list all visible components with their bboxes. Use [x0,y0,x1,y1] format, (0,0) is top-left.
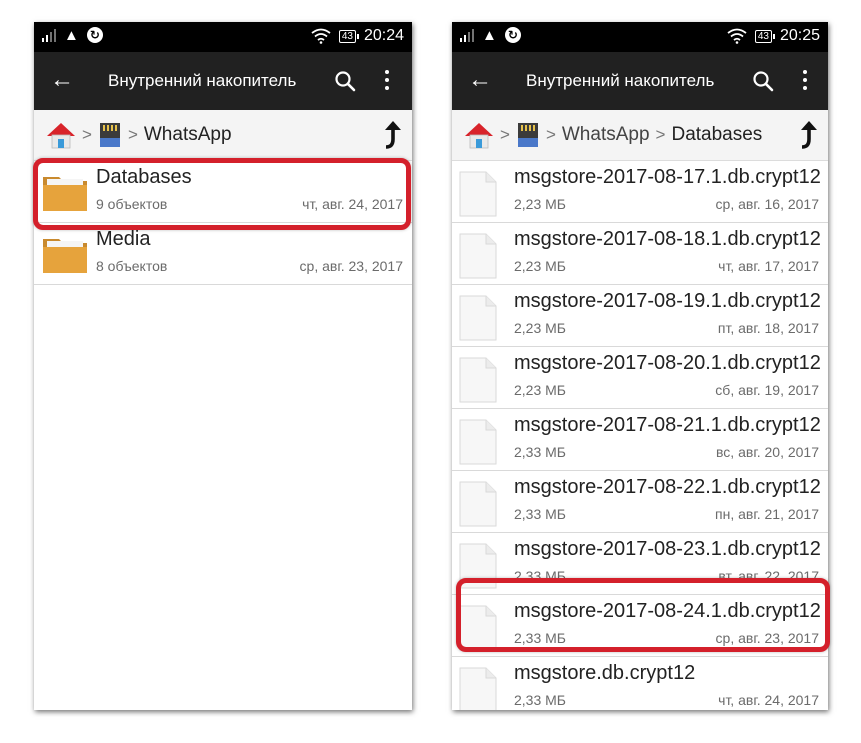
file-row[interactable]: msgstore-2017-08-17.1.db.crypt12 2,23 МБ с… [452,161,828,223]
file-name: msgstore-2017-08-19.1.db.crypt12 [514,290,821,312]
file-date: вс, авг. 20, 2017 [716,444,819,460]
file-date: чт, авг. 17, 2017 [718,258,819,274]
up-arrow-icon[interactable] [796,120,818,150]
file-row[interactable]: msgstore-2017-08-21.1.db.crypt12 2,33 МБ в… [452,409,828,471]
file-name: msgstore.db.crypt12 [514,662,696,684]
status-time: 20:25 [779,27,820,44]
item-name: Databases [96,166,192,188]
path-bar: > > WhatsApp > Databases [452,110,828,161]
file-icon [459,543,497,589]
sd-card-icon[interactable] [516,121,540,149]
warning-icon: ▲ [64,26,79,44]
file-name: msgstore-2017-08-23.1.db.crypt12 [514,538,821,560]
sd-card-icon[interactable] [98,121,122,149]
file-size: 2,23 МБ [514,258,566,274]
breadcrumb-databases[interactable]: Databases [671,124,762,146]
folder-row-media[interactable]: Media 8 объектов ср, авг. 23, 2017 [34,223,412,285]
file-row[interactable]: msgstore-2017-08-24.1.db.crypt12 2,33 МБ с… [452,595,828,657]
path-bar: > > WhatsApp [34,110,412,161]
file-date: ср, авг. 23, 2017 [715,630,819,646]
path-separator: > [500,125,510,144]
phone-screen-left: ▲ ↻ 43 20:24 ← Внутренний накопитель > >… [34,22,412,710]
file-date: ср, авг. 16, 2017 [715,196,819,212]
item-count: 8 объектов [96,258,168,274]
toolbar: ← Внутренний накопитель [452,52,828,110]
file-list: Databases 9 объектов чт, авг. 24, 2017 M… [34,161,412,285]
status-time: 20:24 [363,27,404,44]
wifi-icon [311,28,331,44]
file-icon [459,481,497,527]
file-row[interactable]: msgstore-2017-08-20.1.db.crypt12 2,23 МБ с… [452,347,828,409]
file-size: 2,23 МБ [514,320,566,336]
wifi-icon [727,28,747,44]
breadcrumb-whatsapp[interactable]: WhatsApp [144,124,232,146]
file-size: 2,33 МБ [514,444,566,460]
file-name: msgstore-2017-08-22.1.db.crypt12 [514,476,821,498]
file-list: msgstore-2017-08-17.1.db.crypt12 2,23 МБ с… [452,161,828,710]
toolbar: ← Внутренний накопитель [34,52,412,110]
battery-icon: 43 [754,29,776,43]
file-icon [459,667,497,710]
file-icon [459,357,497,403]
path-separator: > [655,125,666,144]
file-icon [459,233,497,279]
file-size: 2,33 МБ [514,568,566,584]
signal-icon [42,28,56,42]
file-size: 2,33 МБ [514,692,566,708]
phone-screen-right: ▲ ↻ 43 20:25 ← Внутренний накопитель > >… [452,22,828,710]
status-bar: ▲ ↻ 43 20:25 [452,22,828,52]
folder-icon [43,177,87,211]
more-options-icon[interactable] [802,70,808,94]
file-name: msgstore-2017-08-21.1.db.crypt12 [514,414,821,436]
search-icon[interactable] [752,70,774,92]
item-date: чт, авг. 24, 2017 [302,196,403,212]
file-row[interactable]: msgstore-2017-08-23.1.db.crypt12 2,33 МБ в… [452,533,828,595]
file-date: пн, авг. 21, 2017 [715,506,819,522]
file-icon [459,605,497,651]
file-date: вт, авг. 22, 2017 [718,568,819,584]
up-arrow-icon[interactable] [380,120,402,150]
toolbar-title: Внутренний накопитель [108,71,297,90]
sync-icon: ↻ [504,27,521,43]
item-count: 9 объектов [96,196,168,212]
breadcrumb-whatsapp[interactable]: WhatsApp [562,124,650,146]
file-name: msgstore-2017-08-17.1.db.crypt12 [514,166,821,188]
file-size: 2,33 МБ [514,630,566,646]
file-size: 2,23 МБ [514,196,566,212]
file-row[interactable]: msgstore-2017-08-22.1.db.crypt12 2,33 МБ п… [452,471,828,533]
status-bar: ▲ ↻ 43 20:24 [34,22,412,52]
file-size: 2,23 МБ [514,382,566,398]
home-icon[interactable] [464,120,494,150]
file-icon [459,171,497,217]
file-icon [459,419,497,465]
path-separator: > [545,125,556,144]
path-separator: > [82,125,92,144]
path-separator: > [127,125,138,144]
file-name: msgstore-2017-08-20.1.db.crypt12 [514,352,821,374]
back-arrow-icon[interactable]: ← [468,66,492,94]
file-row[interactable]: msgstore-2017-08-18.1.db.crypt12 2,23 МБ ч… [452,223,828,285]
file-row[interactable]: msgstore.db.crypt12 2,33 МБ чт, авг. 24, 2… [452,657,828,710]
signal-icon [460,28,474,42]
file-row[interactable]: msgstore-2017-08-19.1.db.crypt12 2,23 МБ п… [452,285,828,347]
file-date: пт, авг. 18, 2017 [717,320,819,336]
sync-icon: ↻ [86,27,103,43]
folder-icon [43,239,87,273]
file-date: чт, авг. 24, 2017 [718,692,819,708]
home-icon[interactable] [46,120,76,150]
battery-icon: 43 [338,29,360,43]
more-options-icon[interactable] [384,70,390,94]
file-name: msgstore-2017-08-24.1.db.crypt12 [514,600,821,622]
file-date: сб, авг. 19, 2017 [715,382,819,398]
toolbar-title: Внутренний накопитель [526,71,715,90]
file-icon [459,295,497,341]
file-name: msgstore-2017-08-18.1.db.crypt12 [514,228,821,250]
item-date: ср, авг. 23, 2017 [299,258,403,274]
file-size: 2,33 МБ [514,506,566,522]
warning-icon: ▲ [482,26,497,44]
folder-row-databases[interactable]: Databases 9 объектов чт, авг. 24, 2017 [34,161,412,223]
back-arrow-icon[interactable]: ← [50,66,74,94]
item-name: Media [96,228,151,250]
search-icon[interactable] [334,70,356,92]
